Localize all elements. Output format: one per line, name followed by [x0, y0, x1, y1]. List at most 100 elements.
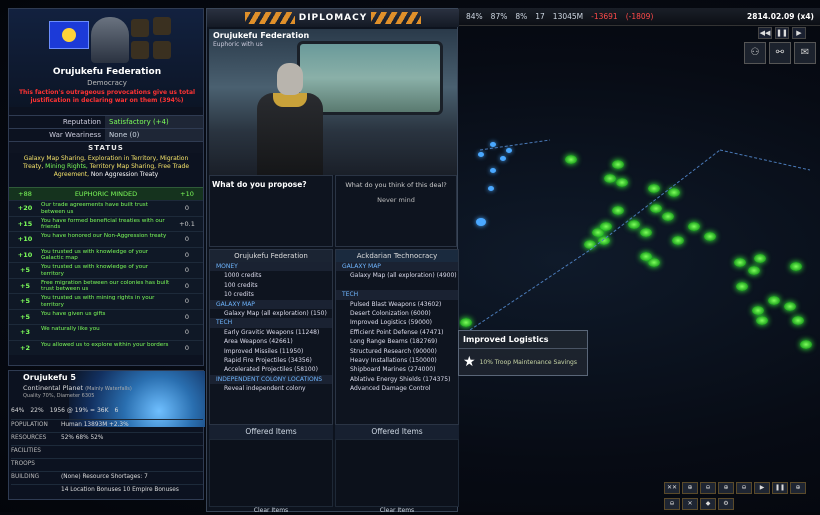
- map-control-button[interactable]: ⚙: [718, 498, 734, 510]
- map-control-button[interactable]: ⊕: [790, 482, 806, 494]
- trade-item[interactable]: Improved Logistics (59000): [336, 318, 458, 327]
- modifier-row: +5 You have given us gifts 0: [9, 308, 203, 324]
- advisor-icon: [131, 41, 149, 59]
- advisor-icon: [153, 41, 171, 59]
- trade-item[interactable]: Galaxy Map (all exploration) (4900): [336, 271, 458, 280]
- diplomacy-window: DIPLOMACY Orujukefu Federation Euphoric …: [206, 8, 459, 515]
- reputation-label: Reputation: [62, 118, 101, 126]
- their-items: MONEY 1000 credits 100 credits 10 credits GA…: [210, 262, 332, 393]
- map-control-button[interactable]: ✕: [682, 498, 698, 510]
- our-offered-area[interactable]: [335, 439, 459, 507]
- map-control-button[interactable]: ⊖: [664, 498, 680, 510]
- advisor-icon: [153, 17, 171, 35]
- modifier-change: 0: [184, 266, 190, 274]
- trade-item[interactable]: Efficient Point Defense (47471): [336, 328, 458, 337]
- planet-name[interactable]: Orujukefu 5: [23, 373, 76, 382]
- leader-portrait: [91, 17, 129, 63]
- treaty-text: Territory Map Sharing,: [89, 163, 157, 170]
- trade-item[interactable]: Reveal independent colony: [210, 384, 332, 393]
- modifier-change: 0: [184, 343, 190, 352]
- ambassador-portrait: [257, 63, 323, 175]
- modifier-desc: You trusted us with knowledge of your te…: [41, 264, 149, 277]
- their-offered-area[interactable]: [209, 439, 333, 507]
- modifier-change: 0: [184, 297, 190, 305]
- map-control-button[interactable]: ▶: [754, 482, 770, 494]
- trade-item[interactable]: Improved Missiles (11950): [210, 347, 332, 356]
- pause-button[interactable]: ❚❚: [775, 27, 789, 39]
- network-icon[interactable]: ⚯: [769, 42, 791, 64]
- never-mind-button[interactable]: Never mind: [336, 196, 456, 204]
- planet-type-note: (Mainly Waterfalls): [85, 386, 132, 392]
- map-control-button[interactable]: ⊖: [700, 482, 716, 494]
- map-control-button[interactable]: ⊖: [736, 482, 752, 494]
- title-stripes: [245, 12, 295, 24]
- map-control-button[interactable]: ✕✕: [664, 482, 680, 494]
- modifier-change: 0: [184, 312, 190, 321]
- stat-tax: 22%: [30, 407, 44, 414]
- tax-stat: 8%: [515, 12, 528, 21]
- clear-our-items-button[interactable]: Clear Items: [335, 507, 459, 515]
- advisor-icon: [131, 19, 149, 37]
- trade-item[interactable]: Advanced Damage Control: [336, 384, 458, 393]
- modifier-value: +5: [20, 312, 30, 321]
- trade-item[interactable]: [336, 281, 458, 290]
- trade-item[interactable]: Long Range Beams (182769): [336, 337, 458, 346]
- diplomacy-scene: Orujukefu Federation Euphoric with us: [209, 29, 457, 175]
- trade-item[interactable]: Shipboard Marines (274000): [336, 365, 458, 374]
- trade-item[interactable]: Rapid Fire Projectiles (34356): [210, 356, 332, 365]
- map-control-button[interactable]: ⊕: [718, 482, 734, 494]
- trade-item[interactable]: Area Weapons (42661): [210, 337, 332, 346]
- their-offered-header: Offered Items: [209, 425, 333, 439]
- clear-their-items-button[interactable]: Clear Items: [209, 507, 333, 515]
- trade-item[interactable]: Accelerated Projectiles (58100): [210, 365, 332, 374]
- our-items-list: Ackdarian Technocracy GALAXY MAP Galaxy M…: [335, 249, 459, 425]
- planet-row-label: TROOPS: [11, 461, 35, 467]
- trade-item[interactable]: 1000 credits: [210, 271, 332, 280]
- map-control-button[interactable]: ◆: [700, 498, 716, 510]
- war-weariness-row: War Weariness None (0): [9, 128, 203, 141]
- map-control-button[interactable]: ⊕: [682, 482, 698, 494]
- propose-heading: What do you propose?: [212, 180, 307, 189]
- credits-change: (-1809): [625, 12, 654, 21]
- trade-item[interactable]: 100 credits: [210, 281, 332, 290]
- rewind-button[interactable]: ◀◀: [758, 27, 772, 39]
- modifier-desc: Free migration between our colonies has …: [41, 279, 170, 293]
- treaty-text: Galaxy Map Sharing,: [23, 155, 88, 162]
- modifier-desc: You allowed us to explore within your bo…: [41, 341, 169, 348]
- modifier-value: +20: [17, 204, 33, 212]
- trade-item[interactable]: Early Gravitic Weapons (11248): [210, 328, 332, 337]
- trade-item[interactable]: 10 credits: [210, 290, 332, 299]
- status-header: STATUS: [9, 141, 203, 153]
- trade-item[interactable]: Heavy Installations (150000): [336, 356, 458, 365]
- reputation-value: Satisfactory (+4): [105, 116, 203, 128]
- forward-button[interactable]: ▶: [792, 27, 806, 39]
- trade-item[interactable]: Structured Research (90000): [336, 347, 458, 356]
- trade-item[interactable]: Galaxy Map (all exploration) (150): [210, 309, 332, 318]
- response-question: What do you think of this deal?: [345, 181, 447, 189]
- planet-row-value: 52% 68% 52%: [61, 435, 104, 441]
- modifier-mood: EUPHORIC MINDED: [74, 190, 138, 198]
- proposal-box: What do you propose?: [209, 175, 333, 247]
- planet-row-value: Human 13893M +2.3%: [61, 422, 129, 428]
- tooltip-text: 10% Troop Maintenance Savings: [479, 358, 577, 366]
- map-control-button[interactable]: ❚❚: [772, 482, 788, 494]
- colonies-stat: 17: [535, 12, 545, 21]
- group-icon[interactable]: ⚇: [744, 42, 766, 64]
- planet-panel: Orujukefu 5 Continental Planet (Mainly W…: [8, 370, 205, 500]
- tooltip-body: ★ 10% Troop Maintenance Savings: [459, 349, 587, 375]
- war-justification-warning: This faction's outrageous provocations g…: [18, 89, 196, 104]
- modifier-total: +88: [18, 190, 32, 198]
- trade-item[interactable]: Pulsed Blast Weapons (43602): [336, 300, 458, 309]
- mail-icon[interactable]: ✉: [794, 42, 816, 64]
- trade-item[interactable]: Ablative Energy Shields (174375): [336, 375, 458, 384]
- planet-type-label: Continental Planet: [23, 384, 84, 392]
- planet-row-label: POPULATION: [11, 422, 48, 428]
- modifier-value: +5: [20, 281, 30, 290]
- faction-flag-icon: [49, 21, 89, 49]
- treaty-text: Mining Rights,: [45, 163, 90, 170]
- trade-item[interactable]: Desert Colonization (6000): [336, 309, 458, 318]
- faction-header: Orujukefu Federation Democracy This fact…: [9, 9, 203, 107]
- planet-quality: Quality 70%, Diameter 6305: [23, 393, 95, 399]
- item-category: INDEPENDENT COLONY LOCATIONS: [210, 374, 332, 385]
- modifier-row: +15 You have formed beneficial treaties …: [9, 215, 203, 231]
